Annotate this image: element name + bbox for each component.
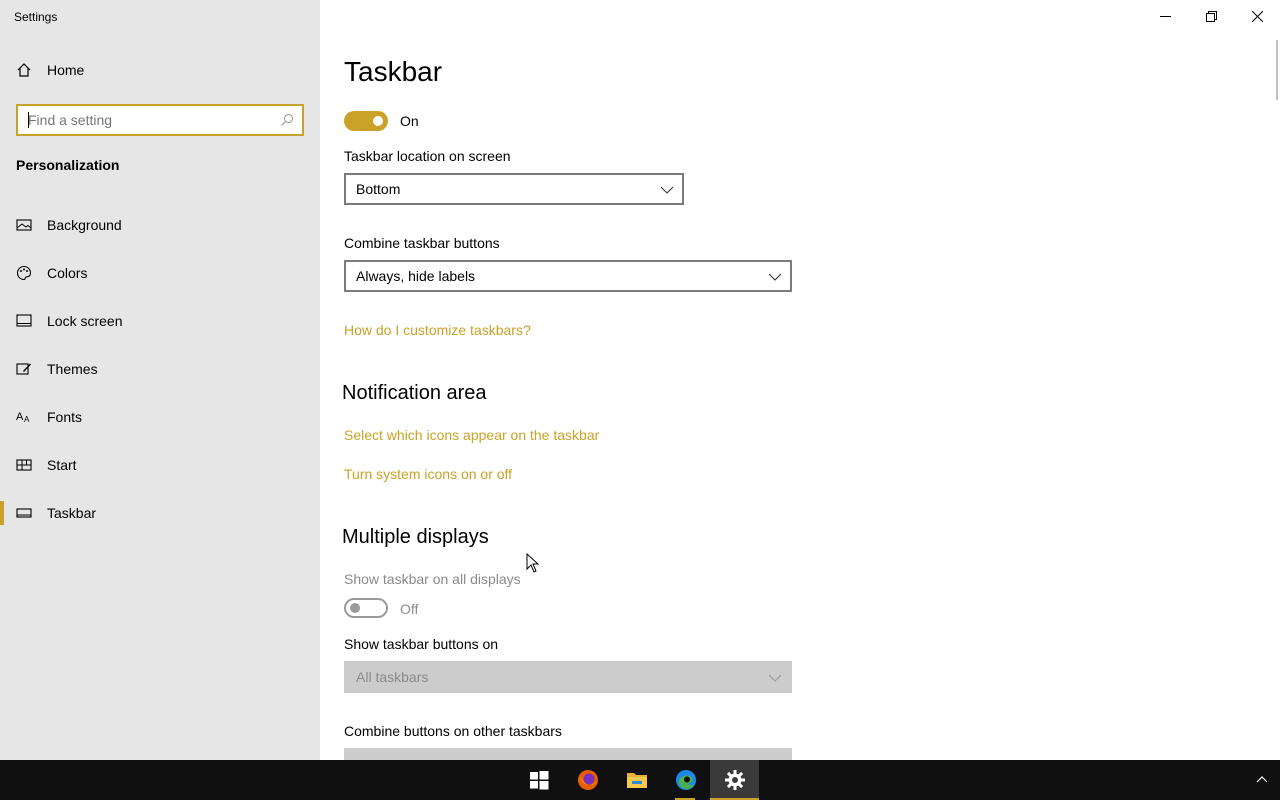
sidebar: Settings Home Personalization Background… (0, 0, 320, 760)
start-tiles-icon (16, 459, 32, 471)
combine-other-dropdown[interactable] (344, 748, 792, 760)
chevron-down-icon (768, 273, 782, 281)
select-icons-link[interactable]: Select which icons appear on the taskbar (344, 427, 599, 443)
firefox-icon (577, 770, 598, 790)
taskbar-apps (514, 760, 759, 800)
settings-button[interactable] (710, 760, 759, 800)
buttons-on-dropdown[interactable]: All taskbars (344, 661, 792, 693)
sidebar-item-taskbar[interactable]: Taskbar (0, 493, 320, 533)
sidebar-item-start[interactable]: Start (0, 445, 320, 485)
text-caret (28, 112, 29, 128)
start-button[interactable] (514, 760, 563, 800)
home-icon (17, 63, 31, 77)
location-value: Bottom (356, 181, 401, 197)
sidebar-item-fonts[interactable]: AA Fonts (0, 397, 320, 437)
lock-screen-icon (16, 314, 32, 327)
combine-other-label: Combine buttons on other taskbars (344, 723, 562, 739)
chevron-down-icon (660, 186, 674, 194)
taskbar-icon (16, 508, 32, 518)
show-all-displays-state: Off (400, 601, 419, 617)
sidebar-item-label: Taskbar (47, 505, 97, 521)
location-label: Taskbar location on screen (344, 148, 511, 164)
windows-taskbar (0, 760, 1280, 800)
home-nav-item[interactable]: Home (16, 62, 84, 78)
top-toggle-state: On (400, 113, 419, 129)
show-all-displays-toggle[interactable] (344, 598, 388, 618)
combine-dropdown[interactable]: Always, hide labels (344, 260, 792, 292)
edge-button[interactable] (661, 760, 710, 800)
edge-icon (675, 770, 696, 790)
show-hidden-icons-chevron-icon[interactable] (1254, 772, 1270, 788)
buttons-on-value: All taskbars (356, 669, 429, 685)
chevron-down-icon (768, 674, 782, 682)
svg-text:A: A (16, 411, 24, 423)
combine-label: Combine taskbar buttons (344, 235, 500, 251)
sidebar-item-label: Start (47, 457, 77, 473)
file-explorer-icon (626, 773, 647, 788)
home-label: Home (47, 62, 85, 78)
brush-icon (16, 363, 31, 375)
customize-taskbars-link[interactable]: How do I customize taskbars? (344, 322, 531, 338)
palette-icon (16, 265, 32, 281)
image-icon (16, 219, 32, 231)
file-explorer-button[interactable] (612, 760, 661, 800)
sidebar-item-label: Lock screen (47, 313, 123, 329)
svg-text:A: A (24, 415, 30, 424)
system-icons-link[interactable]: Turn system icons on or off (344, 466, 512, 482)
settings-gear-icon (724, 770, 745, 790)
font-icon: AA (16, 411, 30, 424)
notification-area-heading: Notification area (342, 382, 487, 404)
top-toggle-switch[interactable] (344, 111, 388, 131)
page-title: Taskbar (344, 56, 443, 87)
section-title: Personalization (16, 157, 120, 173)
sidebar-item-label: Colors (47, 265, 88, 281)
location-dropdown[interactable]: Bottom (344, 173, 684, 205)
search-icon[interactable] (280, 113, 294, 127)
sidebar-item-lock-screen[interactable]: Lock screen (0, 301, 320, 341)
sidebar-item-label: Themes (47, 361, 98, 377)
buttons-on-label: Show taskbar buttons on (344, 636, 499, 652)
sidebar-item-background[interactable]: Background (0, 205, 320, 245)
mouse-cursor-icon (526, 553, 540, 573)
sidebar-item-label: Fonts (47, 409, 83, 425)
search-input[interactable] (18, 112, 273, 128)
windows-start-icon (529, 771, 548, 790)
main-content: Taskbar On Taskbar location on screen Bo… (320, 0, 1280, 760)
search-box[interactable] (16, 104, 304, 136)
sidebar-item-themes[interactable]: Themes (0, 349, 320, 389)
combine-value: Always, hide labels (356, 268, 476, 284)
app-title: Settings (14, 10, 58, 24)
sidebar-item-label: Background (47, 217, 122, 233)
sidebar-item-colors[interactable]: Colors (0, 253, 320, 293)
show-all-displays-label: Show taskbar on all displays (344, 571, 521, 587)
firefox-button[interactable] (563, 760, 612, 800)
scrollbar-thumb[interactable] (1276, 40, 1278, 100)
multiple-displays-heading: Multiple displays (342, 526, 489, 548)
